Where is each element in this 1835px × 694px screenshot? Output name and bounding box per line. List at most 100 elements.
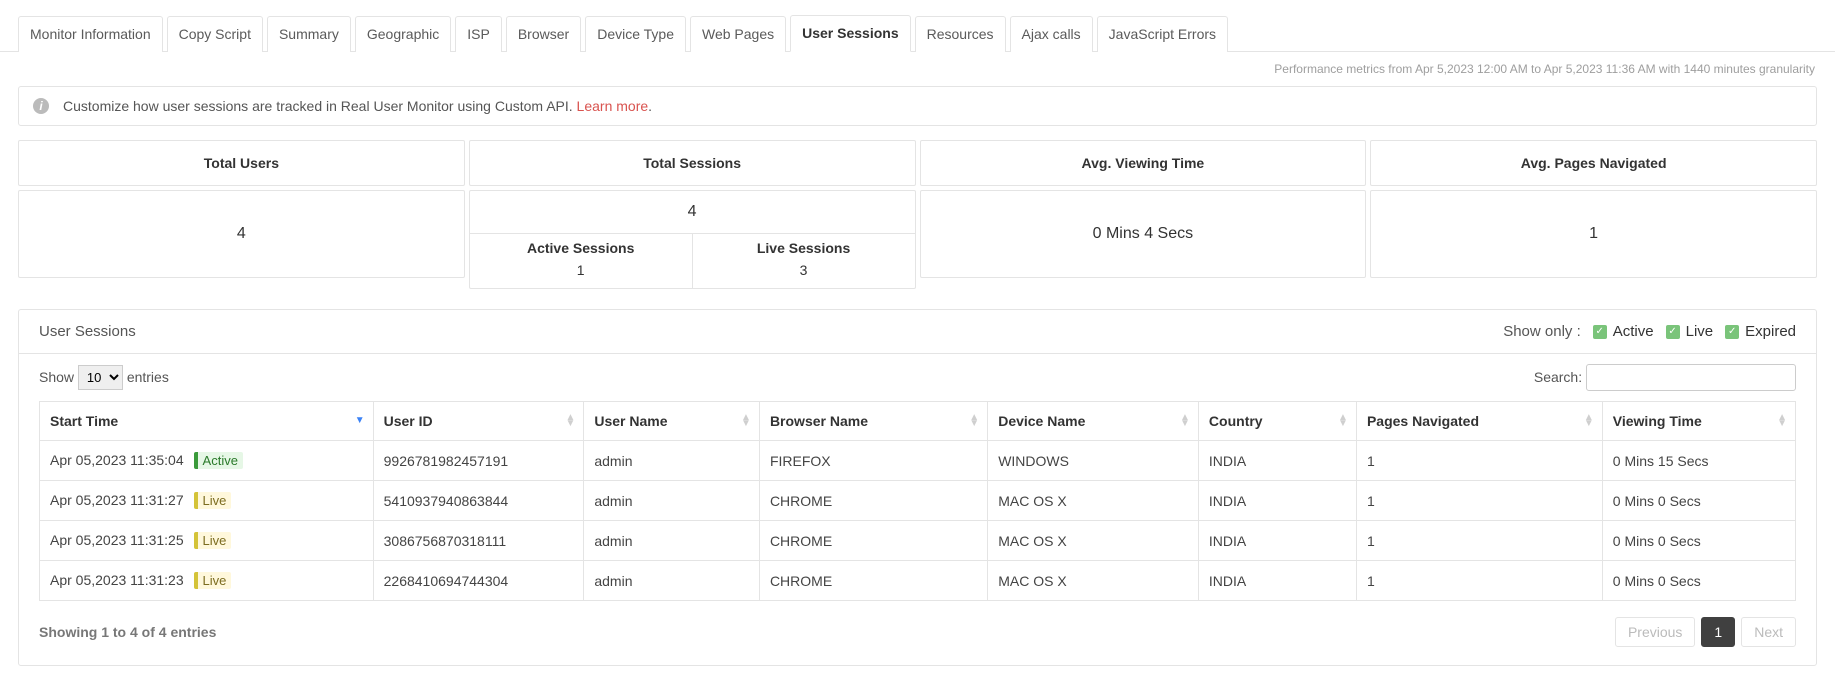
page-size-control: Show 10 entries <box>39 365 169 390</box>
col-viewing-time-label: Viewing Time <box>1613 413 1702 429</box>
cell-viewing-time: 0 Mins 0 Secs <box>1602 521 1795 561</box>
cell-country: INDIA <box>1198 481 1356 521</box>
tab-device-type[interactable]: Device Type <box>585 16 686 52</box>
info-banner-suffix: . <box>648 98 652 114</box>
cell-start-time: Apr 05,2023 11:31:23 Live <box>40 561 374 601</box>
prev-button[interactable]: Previous <box>1615 617 1695 647</box>
cell-viewing-time: 0 Mins 0 Secs <box>1602 481 1795 521</box>
col-country[interactable]: Country ▲▼ <box>1198 402 1356 441</box>
col-device-name[interactable]: Device Name ▲▼ <box>988 402 1199 441</box>
table-row[interactable]: Apr 05,2023 11:31:23 Live226841069474430… <box>40 561 1796 601</box>
metric-active-sessions-value: 1 <box>470 262 692 278</box>
cell-user-id: 9926781982457191 <box>373 441 584 481</box>
cell-device-name: MAC OS X <box>988 481 1199 521</box>
filter-active-checkbox[interactable]: ✓ Active <box>1593 323 1654 340</box>
tab-summary[interactable]: Summary <box>267 16 351 52</box>
metric-avg-pages-value: 1 <box>1370 190 1817 278</box>
status-badge: Live <box>194 492 232 509</box>
tab-ajax-calls[interactable]: Ajax calls <box>1010 16 1093 52</box>
tab-copy-script[interactable]: Copy Script <box>167 16 263 52</box>
cell-device-name: WINDOWS <box>988 441 1199 481</box>
col-pages-navigated[interactable]: Pages Navigated ▲▼ <box>1356 402 1602 441</box>
metric-active-sessions: Active Sessions 1 <box>470 234 692 288</box>
cell-device-name: MAC OS X <box>988 561 1199 601</box>
cell-start-time: Apr 05,2023 11:31:25 Live <box>40 521 374 561</box>
tab-web-pages[interactable]: Web Pages <box>690 16 786 52</box>
page-1-button[interactable]: 1 <box>1701 617 1735 647</box>
filter-active-label: Active <box>1613 323 1654 340</box>
filter-live-label: Live <box>1686 323 1714 340</box>
col-browser-name[interactable]: Browser Name ▲▼ <box>759 402 987 441</box>
tab-isp[interactable]: ISP <box>455 16 502 52</box>
sessions-section-title: User Sessions <box>39 323 136 340</box>
metric-live-sessions-value: 3 <box>693 262 915 278</box>
table-row[interactable]: Apr 05,2023 11:31:27 Live541093794086384… <box>40 481 1796 521</box>
cell-user-name: admin <box>584 481 760 521</box>
col-user-id-label: User ID <box>384 413 433 429</box>
metric-avg-viewing: Avg. Viewing Time 0 Mins 4 Secs <box>920 140 1367 289</box>
tab-javascript-errors[interactable]: JavaScript Errors <box>1097 16 1228 52</box>
cell-country: INDIA <box>1198 521 1356 561</box>
cell-user-id: 5410937940863844 <box>373 481 584 521</box>
info-banner: i Customize how user sessions are tracke… <box>18 86 1817 126</box>
cell-start-time: Apr 05,2023 11:31:27 Live <box>40 481 374 521</box>
info-banner-text-main: Customize how user sessions are tracked … <box>63 98 577 114</box>
metric-total-users: Total Users 4 <box>18 140 465 289</box>
next-button[interactable]: Next <box>1741 617 1796 647</box>
col-user-id[interactable]: User ID ▲▼ <box>373 402 584 441</box>
filter-expired-label: Expired <box>1745 323 1796 340</box>
learn-more-link[interactable]: Learn more <box>577 98 649 114</box>
filter-expired-checkbox[interactable]: ✓ Expired <box>1725 323 1796 340</box>
cell-user-id: 3086756870318111 <box>373 521 584 561</box>
show-prefix: Show <box>39 369 74 385</box>
col-country-label: Country <box>1209 413 1263 429</box>
sort-icon: ▲▼ <box>1777 415 1787 427</box>
cell-browser-name: CHROME <box>759 521 987 561</box>
cell-country: INDIA <box>1198 561 1356 601</box>
info-banner-text: Customize how user sessions are tracked … <box>63 98 652 114</box>
cell-pages-navigated: 1 <box>1356 521 1602 561</box>
tab-user-sessions[interactable]: User Sessions <box>790 15 911 52</box>
show-suffix: entries <box>127 369 169 385</box>
table-row[interactable]: Apr 05,2023 11:31:25 Live308675687031811… <box>40 521 1796 561</box>
metric-total-sessions-value: 4 Active Sessions 1 Live Sessions 3 <box>469 190 916 289</box>
checkmark-icon: ✓ <box>1725 325 1739 339</box>
checkmark-icon: ✓ <box>1593 325 1607 339</box>
col-pages-navigated-label: Pages Navigated <box>1367 413 1479 429</box>
filter-live-checkbox[interactable]: ✓ Live <box>1666 323 1714 340</box>
metrics-row: Total Users 4 Total Sessions 4 Active Se… <box>18 140 1817 289</box>
col-viewing-time[interactable]: Viewing Time ▲▼ <box>1602 402 1795 441</box>
tab-monitor-information[interactable]: Monitor Information <box>18 16 163 52</box>
table-summary: Showing 1 to 4 of 4 entries <box>39 624 216 640</box>
metric-active-sessions-label: Active Sessions <box>470 240 692 256</box>
sort-icon: ▲▼ <box>1180 415 1190 427</box>
sort-desc-icon: ▼ <box>355 418 365 424</box>
col-browser-name-label: Browser Name <box>770 413 868 429</box>
cell-viewing-time: 0 Mins 0 Secs <box>1602 561 1795 601</box>
tab-browser[interactable]: Browser <box>506 16 581 52</box>
tab-resources[interactable]: Resources <box>915 16 1006 52</box>
cell-start-time: Apr 05,2023 11:35:04 Active <box>40 441 374 481</box>
metric-live-sessions: Live Sessions 3 <box>692 234 915 288</box>
cell-user-name: admin <box>584 441 760 481</box>
cell-user-name: admin <box>584 561 760 601</box>
sort-icon: ▲▼ <box>1584 415 1594 427</box>
metric-total-sessions-total: 4 <box>470 191 915 234</box>
sessions-table: Start Time ▼ User ID ▲▼ User Name ▲▼ Bro… <box>39 401 1796 601</box>
search-input[interactable] <box>1586 364 1796 391</box>
metric-total-sessions: Total Sessions 4 Active Sessions 1 Live … <box>469 140 916 289</box>
cell-browser-name: CHROME <box>759 561 987 601</box>
search-label: Search: <box>1534 369 1582 385</box>
info-icon: i <box>33 98 49 114</box>
page-size-select[interactable]: 10 <box>78 365 123 390</box>
status-badge: Live <box>194 532 232 549</box>
col-start-time[interactable]: Start Time ▼ <box>40 402 374 441</box>
sort-icon: ▲▼ <box>565 415 575 427</box>
table-row[interactable]: Apr 05,2023 11:35:04 Active9926781982457… <box>40 441 1796 481</box>
tab-geographic[interactable]: Geographic <box>355 16 451 52</box>
search-control: Search: <box>1534 364 1796 391</box>
pager: Previous 1 Next <box>1615 617 1796 647</box>
sort-icon: ▲▼ <box>969 415 979 427</box>
col-user-name[interactable]: User Name ▲▼ <box>584 402 760 441</box>
sort-icon: ▲▼ <box>1338 415 1348 427</box>
